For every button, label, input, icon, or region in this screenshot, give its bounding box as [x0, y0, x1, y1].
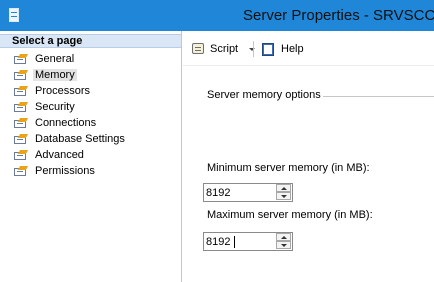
max-memory-stepper[interactable] [203, 232, 293, 251]
toolbar: Script Help [183, 31, 434, 65]
page-wrench-icon [13, 166, 29, 177]
sidebar-item-label: Memory [33, 69, 77, 81]
sidebar-item-general[interactable]: General [0, 51, 181, 67]
title-bar[interactable]: Server Properties - SRVSCCM [0, 0, 434, 31]
help-book-icon [261, 42, 276, 56]
text-cursor [234, 236, 235, 248]
sidebar-item-label: General [35, 53, 75, 65]
help-button[interactable]: Help [261, 41, 304, 57]
sidebar-item-label: Database Settings [35, 133, 125, 145]
spin-up-button[interactable] [276, 233, 291, 241]
min-memory-label: Minimum server memory (in MB): [207, 162, 370, 174]
page-wrench-icon [13, 118, 29, 129]
script-label: Script [210, 43, 239, 55]
sidebar-item-advanced[interactable]: Advanced [0, 147, 181, 163]
page-wrench-icon [13, 134, 29, 145]
sidebar-item-processors[interactable]: Processors [0, 83, 181, 99]
chevron-down-icon[interactable] [249, 48, 255, 51]
sidebar-item-label: Permissions [35, 165, 95, 177]
sidebar-item-label: Advanced [35, 149, 84, 161]
page-selector-panel: Select a page General Memory Processors … [0, 31, 182, 282]
sidebar-item-security[interactable]: Security [0, 99, 181, 115]
spin-up-button[interactable] [276, 184, 291, 192]
max-memory-input[interactable] [204, 233, 274, 250]
spin-down-button[interactable] [276, 192, 291, 200]
sidebar-item-memory[interactable]: Memory [0, 67, 181, 83]
page-list: General Memory Processors Security Conne… [0, 51, 181, 179]
sidebar-item-label: Connections [35, 117, 97, 129]
server-properties-window: Server Properties - SRVSCCM Select a pag… [0, 0, 434, 282]
group-divider [323, 96, 434, 97]
max-memory-label: Maximum server memory (in MB): [207, 209, 373, 221]
memory-page-content: Server memory options Minimum server mem… [183, 66, 434, 282]
sidebar-item-connections[interactable]: Connections [0, 115, 181, 131]
sidebar-item-database-settings[interactable]: Database Settings [0, 131, 181, 147]
page-wrench-icon [13, 54, 29, 65]
min-memory-input[interactable] [204, 184, 274, 201]
script-icon [191, 42, 206, 56]
help-label: Help [281, 43, 304, 55]
page-wrench-icon [13, 102, 29, 113]
page-wrench-icon [13, 150, 29, 161]
sidebar-item-permissions[interactable]: Permissions [0, 163, 181, 179]
script-button[interactable]: Script [191, 41, 255, 57]
min-memory-stepper[interactable] [203, 183, 293, 202]
group-title-server-memory-options: Server memory options [207, 89, 321, 101]
window-title: Server Properties - SRVSCCM [243, 7, 434, 24]
sidebar-item-label: Processors [35, 85, 91, 97]
sidebar-item-label: Security [35, 101, 75, 113]
window-app-icon [9, 8, 19, 22]
page-wrench-icon [13, 70, 29, 81]
toolbar-separator [253, 41, 254, 57]
page-wrench-icon [13, 86, 29, 97]
page-selector-header: Select a page [0, 34, 181, 48]
spin-down-button[interactable] [276, 241, 291, 249]
